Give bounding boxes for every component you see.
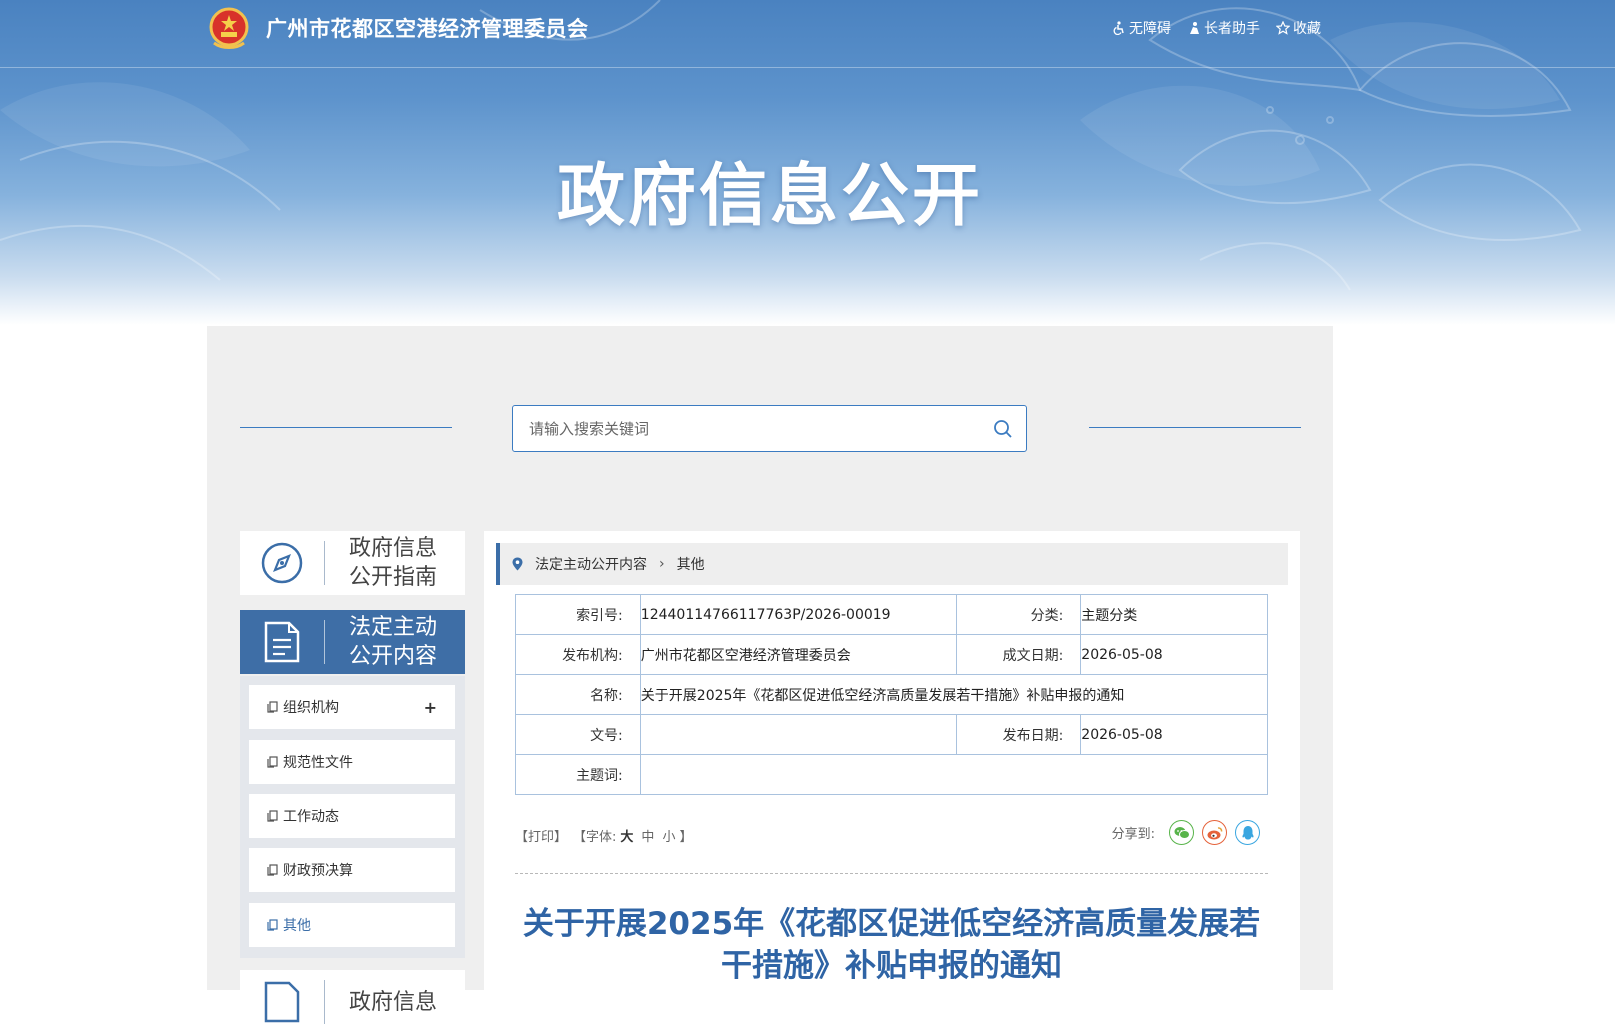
- sidebar-item-other[interactable]: 其他: [249, 903, 455, 947]
- document-icon: [264, 621, 300, 663]
- sidebar-item-normative-documents[interactable]: 规范性文件: [249, 740, 455, 784]
- table-row: 名称: 关于开展2025年《花都区促进低空经济高质量发展若干措施》补贴申报的通知: [515, 674, 1269, 715]
- sidebar-card-guide-label: 政府信息 公开指南: [349, 536, 438, 590]
- chevron-right-icon: ›: [659, 556, 665, 572]
- table-row: 主题词:: [515, 754, 1269, 795]
- sidebar-card-statutory[interactable]: 法定主动 公开内容: [240, 610, 465, 674]
- font-small-button[interactable]: 小: [662, 826, 675, 845]
- sidebar-card-info[interactable]: 政府信息: [240, 970, 465, 1034]
- location-pin-icon: [512, 557, 523, 571]
- star-icon: [1276, 21, 1290, 35]
- top-bar: 广州市花都区空港经济管理委员会 无障碍 长者助手 收藏: [0, 0, 1615, 68]
- table-row: 文号: 发布日期: 2026-05-08: [515, 714, 1268, 755]
- font-medium-button[interactable]: 中: [641, 826, 654, 845]
- search-divider-right: [1089, 427, 1301, 428]
- elder-icon: [1190, 22, 1199, 34]
- search-divider-left: [240, 427, 452, 428]
- document-number: [639, 714, 957, 755]
- sidebar-card-info-label: 政府信息: [349, 989, 438, 1015]
- accessibility-link[interactable]: 无障碍: [1112, 18, 1171, 38]
- copy-icon: [267, 919, 278, 931]
- header-banner: 广州市花都区空港经济管理委员会 无障碍 长者助手 收藏 政府信息公开: [0, 0, 1615, 325]
- accessibility-label: 无障碍: [1129, 21, 1171, 37]
- favorite-link[interactable]: 收藏: [1276, 18, 1321, 38]
- sidebar-item-work-updates[interactable]: 工作动态: [249, 794, 455, 838]
- elder-assistant-link[interactable]: 长者助手: [1187, 18, 1260, 38]
- qq-icon: [1241, 825, 1254, 839]
- sidebar-item-budget[interactable]: 财政预决算: [249, 848, 455, 892]
- sidebar-card-guide[interactable]: 政府信息 公开指南: [240, 531, 465, 595]
- created-date: 2026-05-08: [1080, 634, 1268, 675]
- expand-icon[interactable]: +: [424, 698, 437, 717]
- breadcrumb-parent[interactable]: 法定主动公开内容: [535, 554, 647, 574]
- document-name: 关于开展2025年《花都区促进低空经济高质量发展若干措施》补贴申报的通知: [639, 674, 1269, 715]
- article-tools: 【打印】 【字体: 大 中 小 】 分享到:: [515, 820, 1268, 845]
- copy-icon: [267, 810, 278, 822]
- category-value: 主题分类: [1080, 594, 1268, 635]
- weibo-icon: [1207, 826, 1222, 839]
- publisher-value: 广州市花都区空港经济管理委员会: [639, 634, 957, 675]
- divider: [515, 873, 1268, 874]
- share-label: 分享到:: [1111, 827, 1155, 842]
- keywords-value: [639, 754, 1269, 795]
- hero-title: 政府信息公开: [556, 157, 983, 236]
- font-large-button[interactable]: 大: [620, 826, 633, 845]
- metadata-table: 索引号: 12440114766117763P/2026-00019 分类: 主…: [515, 594, 1269, 795]
- favorite-label: 收藏: [1293, 21, 1321, 37]
- search-box: [512, 405, 1027, 452]
- share-bar: 分享到:: [1112, 820, 1260, 845]
- elder-assistant-label: 长者助手: [1204, 21, 1260, 37]
- qq-share-button[interactable]: [1235, 820, 1260, 845]
- breadcrumb: 法定主动公开内容 › 其他: [496, 543, 1288, 585]
- sidebar-item-organization[interactable]: 组织机构 +: [249, 685, 455, 729]
- copy-icon: [267, 864, 278, 876]
- search-button[interactable]: [980, 406, 1026, 451]
- top-links: 无障碍 长者助手 收藏: [1112, 18, 1321, 38]
- compass-icon: [261, 542, 303, 584]
- search-icon: [994, 419, 1012, 438]
- search-input[interactable]: [513, 406, 980, 451]
- copy-icon: [267, 701, 278, 713]
- font-size-prefix: 【字体:: [573, 830, 617, 845]
- table-row: 索引号: 12440114766117763P/2026-00019 分类: 主…: [515, 594, 1268, 635]
- sidebar-card-statutory-label: 法定主动 公开内容: [349, 615, 438, 669]
- breadcrumb-current: 其他: [676, 557, 705, 573]
- print-button[interactable]: 【打印】: [515, 826, 567, 845]
- wechat-icon: [1174, 826, 1190, 839]
- wechat-share-button[interactable]: [1169, 820, 1194, 845]
- index-number: 12440114766117763P/2026-00019: [639, 594, 957, 635]
- table-row: 发布机构: 广州市花都区空港经济管理委员会 成文日期: 2026-05-08: [515, 634, 1268, 675]
- national-emblem-icon: [209, 7, 249, 49]
- font-size-suffix: 】: [679, 830, 693, 845]
- weibo-share-button[interactable]: [1202, 820, 1227, 845]
- article-title: 关于开展2025年《花都区促进低空经济高质量发展若干措施》补贴申报的通知: [522, 906, 1261, 984]
- published-date: 2026-05-08: [1080, 714, 1268, 755]
- document-icon: [264, 981, 300, 1023]
- site-title[interactable]: 广州市花都区空港经济管理委员会: [266, 13, 589, 43]
- copy-icon: [267, 756, 278, 768]
- accessibility-icon: [1113, 21, 1124, 35]
